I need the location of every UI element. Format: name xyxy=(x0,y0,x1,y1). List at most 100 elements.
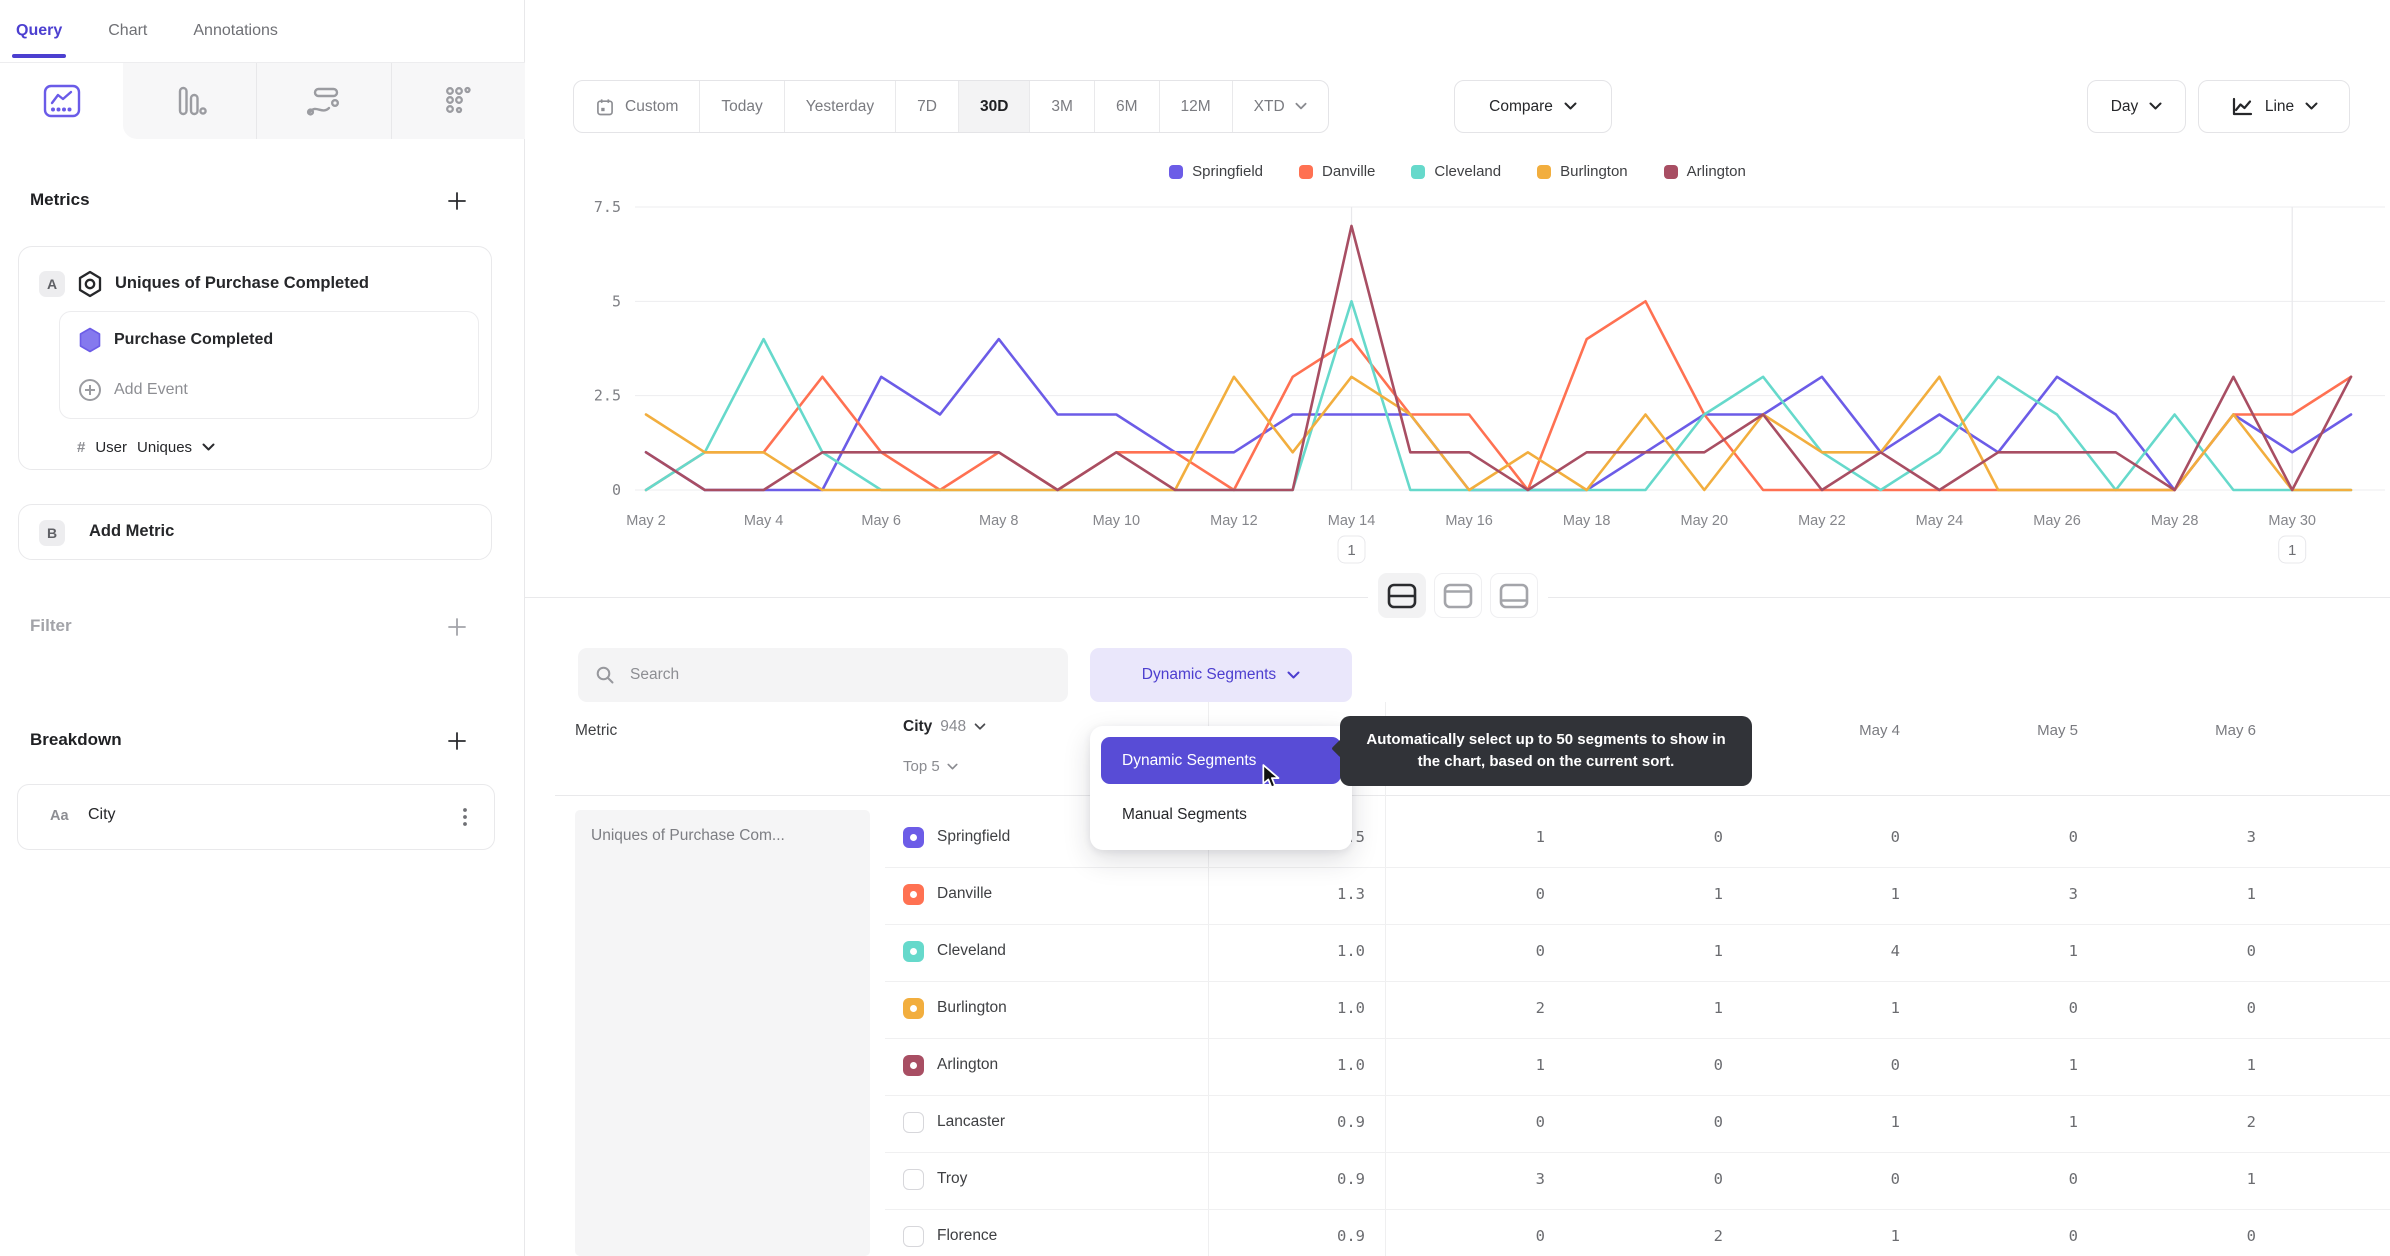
segment-mode-label: Dynamic Segments xyxy=(1141,666,1277,683)
tab-query[interactable]: Query xyxy=(11,22,67,58)
metric-a-badge: A xyxy=(39,271,65,297)
segment-average: 0.9 xyxy=(1337,1113,1365,1131)
segment-checkbox-cleveland[interactable] xyxy=(903,941,924,962)
table-metric-cell: Uniques of Purchase Com... xyxy=(575,810,870,1256)
add-event-button[interactable]: Add Event xyxy=(114,381,188,399)
measure-type-label: Uniques xyxy=(137,439,193,456)
legend-item-cleveland[interactable]: Cleveland xyxy=(1411,163,1501,180)
row-divider xyxy=(885,1152,2390,1153)
event-name[interactable]: Purchase Completed xyxy=(114,331,273,349)
table-header-metric: Metric xyxy=(575,722,618,739)
menu-item-manual-segments[interactable]: Manual Segments xyxy=(1101,792,1341,838)
segment-checkbox-troy[interactable] xyxy=(903,1169,924,1190)
range-7d[interactable]: 7D xyxy=(895,81,958,132)
segment-name[interactable]: Troy xyxy=(937,1170,967,1188)
line-chart-icon xyxy=(41,82,83,120)
table-column-header: May 4 xyxy=(1859,722,1900,739)
segment-average: 1.0 xyxy=(1337,999,1365,1017)
x-axis-tick: May 28 xyxy=(2151,513,2199,529)
table-cell: 3 xyxy=(1535,1170,1545,1188)
legend-label: Burlington xyxy=(1560,163,1628,180)
legend-item-danville[interactable]: Danville xyxy=(1299,163,1375,180)
table-header-city[interactable]: City 948 xyxy=(903,718,986,736)
table-cell: 0 xyxy=(1535,1227,1545,1245)
layout-split-button[interactable] xyxy=(1377,573,1426,618)
segment-checkbox-arlington[interactable] xyxy=(903,1055,924,1076)
chart-type-flow[interactable] xyxy=(256,63,390,139)
table-cell: 0 xyxy=(1890,828,1900,846)
compare-button[interactable]: Compare xyxy=(1454,80,1612,133)
chart-type-scatter[interactable] xyxy=(390,63,525,139)
segment-checkbox-danville[interactable] xyxy=(903,884,924,905)
x-axis-tick: May 6 xyxy=(861,513,901,529)
segment-name[interactable]: Danville xyxy=(937,885,992,903)
table-cell: 2 xyxy=(1713,1227,1723,1245)
tab-annotations[interactable]: Annotations xyxy=(193,22,278,40)
segment-name[interactable]: Springfield xyxy=(937,828,1010,846)
legend-item-arlington[interactable]: Arlington xyxy=(1663,163,1746,180)
range-xtd[interactable]: XTD xyxy=(1231,81,1328,132)
segment-checkbox-springfield[interactable] xyxy=(903,827,924,848)
table-cell: 1 xyxy=(1535,1056,1545,1074)
measure-selector[interactable]: # User Uniques xyxy=(77,439,215,456)
range-30d[interactable]: 30D xyxy=(957,81,1030,132)
segment-checkbox-burlington[interactable] xyxy=(903,998,924,1019)
layout-top-button[interactable] xyxy=(1433,573,1482,618)
kebab-menu-icon[interactable] xyxy=(458,806,472,828)
segment-name[interactable]: Florence xyxy=(937,1227,997,1245)
legend-swatch xyxy=(1537,164,1552,179)
legend-item-burlington[interactable]: Burlington xyxy=(1537,163,1628,180)
segment-mode-button[interactable]: Dynamic Segments xyxy=(1090,648,1352,702)
add-metric-plus-button[interactable] xyxy=(446,190,470,214)
range-12m[interactable]: 12M xyxy=(1158,81,1232,132)
flow-chart-icon xyxy=(305,84,343,118)
granularity-button[interactable]: Day xyxy=(2087,80,2186,133)
chart-type-bar[interactable] xyxy=(123,63,256,139)
layout-bottom-button[interactable] xyxy=(1489,573,1538,618)
table-cell: 0 xyxy=(2068,1227,2078,1245)
legend-swatch xyxy=(1411,164,1426,179)
filter-heading: Filter xyxy=(30,616,72,635)
tab-chart[interactable]: Chart xyxy=(108,22,147,40)
table-cell: 1 xyxy=(1535,828,1545,846)
chevron-down-icon xyxy=(1564,102,1577,110)
x-axis-tick: May 24 xyxy=(1916,513,1964,529)
event-hexagon-icon xyxy=(76,326,104,354)
segment-name[interactable]: Lancaster xyxy=(937,1113,1005,1131)
legend-item-springfield[interactable]: Springfield xyxy=(1169,163,1263,180)
segment-checkbox-florence[interactable] xyxy=(903,1226,924,1247)
menu-item-dynamic-segments[interactable]: Dynamic Segments xyxy=(1101,737,1341,784)
segment-checkbox-lancaster[interactable] xyxy=(903,1112,924,1133)
add-filter-button[interactable] xyxy=(446,616,470,640)
segment-name[interactable]: Cleveland xyxy=(937,942,1006,960)
range-today[interactable]: Today xyxy=(699,81,783,132)
segment-search xyxy=(578,648,1068,702)
x-axis-tick: May 22 xyxy=(1798,513,1846,529)
segment-name[interactable]: Arlington xyxy=(937,1056,998,1074)
breakdown-item-city[interactable]: Aa City xyxy=(17,784,495,850)
table-cell: 0 xyxy=(1713,1113,1723,1131)
range-label: Custom xyxy=(625,97,679,115)
segment-name[interactable]: Burlington xyxy=(937,999,1007,1017)
range-6m[interactable]: 6M xyxy=(1093,81,1159,132)
chart-line-burlington[interactable] xyxy=(644,375,2353,492)
chevron-down-icon xyxy=(1295,102,1307,110)
metric-card-b[interactable]: B Add Metric xyxy=(18,504,492,560)
search-input[interactable] xyxy=(628,665,1051,685)
x-axis-tick: May 16 xyxy=(1445,513,1493,529)
table-cell: 1 xyxy=(2068,942,2078,960)
table-cell: 2 xyxy=(2246,1113,2256,1131)
chart-line-springfield[interactable] xyxy=(644,337,2353,492)
table-cell: 1 xyxy=(2068,1113,2078,1131)
chart-style-label: Line xyxy=(2264,97,2295,115)
x-axis-tick: May 20 xyxy=(1680,513,1728,529)
chevron-down-icon xyxy=(2149,102,2162,110)
chart-style-button[interactable]: Line xyxy=(2198,80,2350,133)
range-custom[interactable]: Custom xyxy=(574,81,699,132)
add-breakdown-button[interactable] xyxy=(446,730,470,754)
chart-type-line-active[interactable] xyxy=(0,63,123,139)
range-yesterday[interactable]: Yesterday xyxy=(783,81,895,132)
legend-label: Cleveland xyxy=(1434,163,1502,180)
top-n-selector[interactable]: Top 5 xyxy=(903,758,958,775)
range-3m[interactable]: 3M xyxy=(1029,81,1094,132)
